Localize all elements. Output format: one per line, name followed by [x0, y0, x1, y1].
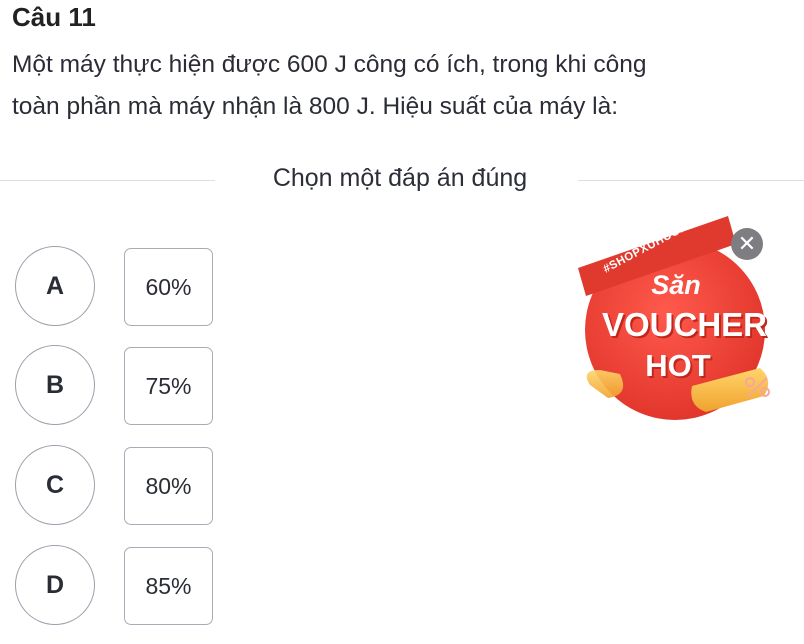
- option-b[interactable]: B 75%: [15, 345, 225, 425]
- divider-left: [0, 180, 215, 181]
- question-line-2: toàn phần mà máy nhận là 800 J. Hiệu suấ…: [12, 93, 619, 120]
- question-text: Một máy thực hiện được 600 J công có ích…: [12, 44, 792, 128]
- option-d[interactable]: D 85%: [15, 545, 225, 625]
- close-icon[interactable]: ✕: [731, 228, 763, 260]
- option-text[interactable]: 75%: [124, 347, 213, 425]
- question-line-1: Một máy thực hiện được 600 J công có ích…: [12, 51, 647, 78]
- option-letter[interactable]: B: [15, 345, 95, 425]
- question-number: Câu 11: [12, 2, 96, 32]
- option-text[interactable]: 60%: [124, 248, 213, 326]
- option-letter[interactable]: C: [15, 445, 95, 525]
- divider-right: [578, 180, 804, 181]
- option-letter[interactable]: A: [15, 246, 95, 326]
- option-text[interactable]: 85%: [124, 547, 213, 625]
- answer-instruction: Chọn một đáp án đúng: [272, 164, 528, 192]
- option-a[interactable]: A 60%: [15, 246, 225, 326]
- promo-hot-text: HOT: [645, 348, 711, 383]
- option-c[interactable]: C 80%: [15, 445, 225, 525]
- voucher-promo-badge[interactable]: #SHOPXUHUONG Săn VOUCHER HOT ✕: [560, 210, 790, 430]
- promo-title: Săn: [651, 270, 701, 300]
- option-letter[interactable]: D: [15, 545, 95, 625]
- promo-voucher-text: VOUCHER: [601, 306, 768, 343]
- option-text[interactable]: 80%: [124, 447, 213, 525]
